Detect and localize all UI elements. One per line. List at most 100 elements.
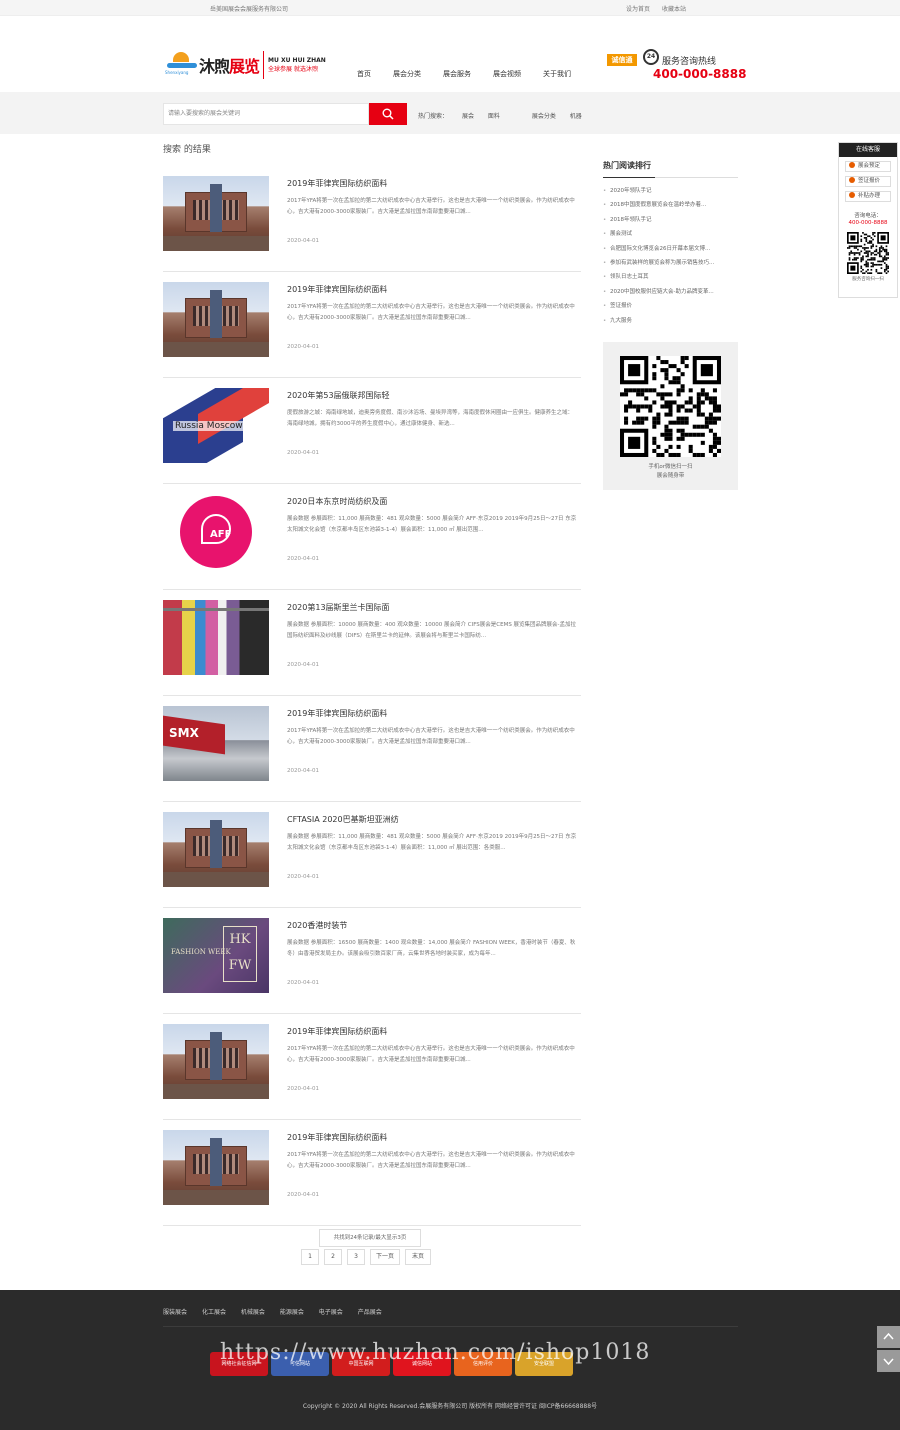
set-homepage-link[interactable]: 设为首页 xyxy=(626,6,650,13)
result-thumbnail[interactable]: SMX xyxy=(163,706,269,781)
chevron-up-icon xyxy=(883,1332,894,1340)
service-qr-caption: 服务咨询扫一扫 xyxy=(852,277,884,282)
result-description: 展会数据 参展面积：16500 展商数量：1400 观众数量：14,000 展会… xyxy=(287,940,576,957)
booking-button[interactable]: 展会预定 xyxy=(845,161,891,172)
hot-reading-list: 2020年领队手记2018中国度假意展览会在温岭举办着...2018年领队手记展… xyxy=(603,184,738,328)
footer-links: 服装展会 化工展会 机械展会 能源展会 电子展会 产品展会 xyxy=(163,1307,395,1316)
qr-code-icon xyxy=(847,232,889,274)
result-date: 2020-04-01 xyxy=(287,556,319,562)
footer-link[interactable]: 电子展会 xyxy=(319,1309,343,1316)
scroll-up-button[interactable] xyxy=(877,1326,900,1348)
subsidy-button[interactable]: 补贴办理 xyxy=(845,191,891,202)
top-links: 设为首页 收藏本站 xyxy=(626,4,696,13)
company-name: 岳美国展会会展服务有限公司 xyxy=(210,6,289,13)
result-description: 2017年YFA将第一次在孟加拉的第二大纺织成衣中心吉大港举行。这也是吉大港唯一… xyxy=(287,1046,575,1063)
service-24h-icon: 24 xyxy=(643,49,659,65)
search-input[interactable]: 请输入要搜索的展会关键词 xyxy=(163,103,369,125)
result-title[interactable]: CFTASIA 2020巴基斯坦亚洲纺 xyxy=(287,814,399,825)
hot-reading-item[interactable]: 合肥国际文化博览会26日开幕本届文博... xyxy=(603,242,738,256)
hot-search-item[interactable]: 面料 xyxy=(488,113,500,120)
scroll-down-button[interactable] xyxy=(877,1350,900,1372)
result-date: 2020-04-01 xyxy=(287,874,319,880)
nav-item-categories[interactable]: 展会分类 xyxy=(393,69,421,79)
hot-reading-item[interactable]: 签证报价 xyxy=(603,299,738,313)
result-item[interactable]: SMX 2019年菲律宾国际纺织面料 2017年YFA将第一次在孟加拉的第二大纺织成… xyxy=(163,696,581,802)
result-thumbnail[interactable] xyxy=(163,600,269,675)
last-page-button[interactable]: 末页 xyxy=(405,1249,431,1265)
result-thumbnail[interactable] xyxy=(163,1024,269,1099)
result-item[interactable]: FASHION WEEK HK FW 2020香港时装节展会数据 参展面积：1650… xyxy=(163,908,581,1014)
hot-reading-item[interactable]: 展会测试 xyxy=(603,227,738,241)
result-description: 展会数据 参展面积：11,000 展商数量：481 观众数量：5000 展会简介… xyxy=(287,516,577,533)
hot-reading-item[interactable]: 参加有武装样的展览会称为展示销售技巧... xyxy=(603,256,738,270)
page-2-button[interactable]: 2 xyxy=(324,1249,342,1265)
result-item[interactable]: 2019年菲律宾国际纺织面料 2017年YFA将第一次在孟加拉的第二大纺织成衣中心… xyxy=(163,272,581,378)
result-description: 2017年YFA将第一次在孟加拉的第二大纺织成衣中心吉大港举行。这也是吉大港唯一… xyxy=(287,198,575,215)
breadcrumb: 搜索 的结果 xyxy=(163,145,211,155)
result-thumbnail[interactable]: AFF xyxy=(163,494,269,569)
hot-search-label: 热门搜索： xyxy=(418,113,449,120)
bookmark-link[interactable]: 收藏本站 xyxy=(662,6,686,13)
result-title[interactable]: 2020第13届斯里兰卡国际面 xyxy=(287,602,390,613)
result-date: 2020-04-01 xyxy=(287,768,319,774)
result-item[interactable]: AFF 2020日本东京时尚纺织及面展会数据 参展面积：11,000 展商数量：4… xyxy=(163,484,581,590)
footer-link[interactable]: 能源展会 xyxy=(280,1309,304,1316)
footer-link[interactable]: 机械展会 xyxy=(241,1309,265,1316)
hot-search-item[interactable]: 展会分类 xyxy=(532,113,556,120)
hot-reading-item[interactable]: 2020年领队手记 xyxy=(603,184,738,198)
logo-tagline: MU XU HUI ZHAN 全球参展 就选沐煦 xyxy=(268,57,326,73)
hot-reading-item[interactable]: 2018中国度假意展览会在温岭举办着... xyxy=(603,198,738,212)
result-date: 2020-04-01 xyxy=(287,238,319,244)
result-item[interactable]: 2019年菲律宾国际纺织面料 2017年YFA将第一次在孟加拉的第二大纺织成衣中心… xyxy=(163,166,581,272)
result-date: 2020-04-01 xyxy=(287,1192,319,1198)
result-thumbnail[interactable] xyxy=(163,176,269,251)
nav-item-services[interactable]: 展会服务 xyxy=(443,69,471,79)
result-title[interactable]: 2019年菲律宾国际纺织面料 xyxy=(287,1132,387,1143)
hot-search-item[interactable]: 机器 xyxy=(570,113,582,120)
hot-reading-item[interactable]: 九大服务 xyxy=(603,314,738,328)
nav-item-about[interactable]: 关于我们 xyxy=(543,69,571,79)
result-item[interactable]: CFTASIA 2020巴基斯坦亚洲纺 展会数据 参展面积：11,000 展商数量… xyxy=(163,802,581,908)
result-thumbnail[interactable]: Russia Moscow xyxy=(163,388,269,463)
result-title[interactable]: 2019年菲律宾国际纺织面料 xyxy=(287,178,387,189)
nav-item-videos[interactable]: 展会视频 xyxy=(493,69,521,79)
footer-link[interactable]: 化工展会 xyxy=(202,1309,226,1316)
result-thumbnail[interactable] xyxy=(163,812,269,887)
header: Shenxiyang 沐煦展览 MU XU HUI ZHAN 全球参展 就选沐煦… xyxy=(0,16,900,92)
nav-item-home[interactable]: 首页 xyxy=(357,69,371,79)
result-item[interactable]: 2019年菲律宾国际纺织面料 2017年YFA将第一次在孟加拉的第二大纺织成衣中心… xyxy=(163,1014,581,1120)
footer: 服装展会 化工展会 机械展会 能源展会 电子展会 产品展会 网络社会征信网 可信网… xyxy=(0,1290,900,1430)
result-thumbnail[interactable]: FASHION WEEK HK FW xyxy=(163,918,269,993)
footer-link[interactable]: 服装展会 xyxy=(163,1309,187,1316)
sun-logo-icon: Shenxiyang xyxy=(165,50,199,80)
result-title[interactable]: 2020香港时装节 xyxy=(287,920,347,931)
result-description: 度假旅游之城：海南绿地城，迪奥旁务度假、南沙沐浴场、曼埃异湾等，海南度假休闲圈由… xyxy=(287,410,574,427)
hot-reading-item[interactable]: 2020中国校服供应链大会-助力品牌变革... xyxy=(603,285,738,299)
footer-link[interactable]: 产品展会 xyxy=(358,1309,382,1316)
top-bar: 岳美国展会会展服务有限公司 设为首页 收藏本站 xyxy=(0,0,900,16)
result-thumbnail[interactable] xyxy=(163,1130,269,1205)
hot-searches: 热门搜索： 展会 面料 展会分类 机器 xyxy=(418,111,594,120)
result-title[interactable]: 2019年菲律宾国际纺织面料 xyxy=(287,1026,387,1037)
result-date: 2020-04-01 xyxy=(287,662,319,668)
service-panel-title: 在线客服 xyxy=(839,143,897,157)
result-title[interactable]: 2019年菲律宾国际纺织面料 xyxy=(287,284,387,295)
result-title[interactable]: 2020日本东京时尚纺织及面 xyxy=(287,496,387,507)
qq-icon xyxy=(849,177,855,183)
hot-search-item[interactable]: 展会 xyxy=(462,113,474,120)
site-logo[interactable]: Shenxiyang 沐煦展览 MU XU HUI ZHAN 全球参展 就选沐煦 xyxy=(165,40,345,90)
search-button[interactable] xyxy=(369,103,407,125)
result-item[interactable]: 2019年菲律宾国际纺织面料 2017年YFA将第一次在孟加拉的第二大纺织成衣中心… xyxy=(163,1120,581,1226)
result-item[interactable]: 2020第13届斯里兰卡国际面 展会数据 参展面积：10000 展商数量：400 … xyxy=(163,590,581,696)
floating-service-panel: 在线客服 展会预定 签证报价 补贴办理 咨询电话： 400-000-8888 服… xyxy=(838,142,898,298)
page-1-button[interactable]: 1 xyxy=(301,1249,319,1265)
result-title[interactable]: 2019年菲律宾国际纺织面料 xyxy=(287,708,387,719)
result-thumbnail[interactable] xyxy=(163,282,269,357)
page-3-button[interactable]: 3 xyxy=(347,1249,365,1265)
result-title[interactable]: 2020年第53届俄联邦国际轻 xyxy=(287,390,390,401)
hot-reading-item[interactable]: 2018年领队手记 xyxy=(603,213,738,227)
next-page-button[interactable]: 下一页 xyxy=(370,1249,400,1265)
result-item[interactable]: Russia Moscow 2020年第53届俄联邦国际轻度假旅游之城：海南绿地城… xyxy=(163,378,581,484)
hot-reading-item[interactable]: 领队日志土耳其 xyxy=(603,270,738,284)
visa-quote-button[interactable]: 签证报价 xyxy=(845,176,891,187)
